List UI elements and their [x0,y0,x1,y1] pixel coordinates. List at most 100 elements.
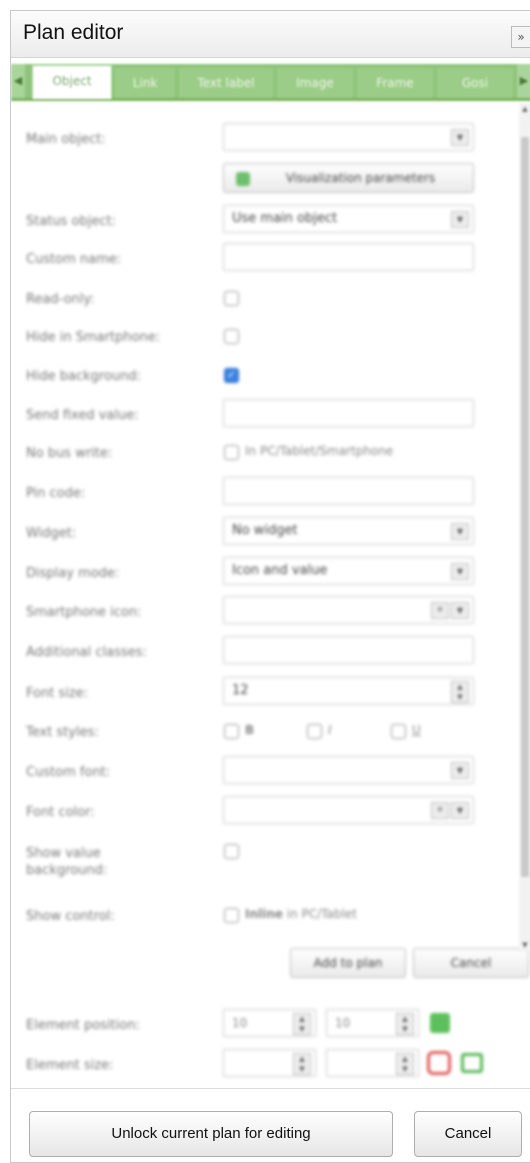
plan-editor-window: Plan editor » ◀ Object Link Text label I… [10,10,530,1163]
smartphone-icon-select[interactable]: × ▼ [223,596,474,624]
read-only-checkbox[interactable] [224,291,239,306]
chevron-down-icon[interactable]: ▼ [451,523,469,540]
position-icon[interactable] [430,1013,450,1033]
custom-name-input[interactable] [223,243,474,271]
show-value-background-line2: background: [26,863,108,878]
font-color-select[interactable]: × ▼ [223,796,474,824]
clear-icon[interactable]: × [431,602,449,619]
send-fixed-value-label: Send fixed value: [26,408,139,423]
tab-scroll-right-icon[interactable]: ▶ [517,64,530,98]
element-position-y-value: 10 [335,1016,351,1030]
chevron-down-icon[interactable]: ▼ [451,762,469,779]
font-color-label: Font color: [26,805,95,820]
tab-gosi[interactable]: Gosi [437,68,513,98]
show-control-suffix: in PC/Tablet [286,907,357,921]
no-bus-write-text: In PC/Tablet/Smartphone [245,444,394,458]
footer-divider [11,1088,530,1089]
chevron-down-icon[interactable]: ▼ [451,602,469,619]
resize-icon[interactable] [427,1051,451,1075]
tab-object[interactable]: Object [32,65,112,99]
font-size-label: Font size: [26,686,89,701]
hide-background-checkbox[interactable]: ✓ [224,368,239,383]
display-mode-value: Icon and value [232,563,328,578]
object-form: Main object: ▼ Visualization parameters … [11,103,529,1077]
custom-font-select[interactable]: ▼ [223,756,474,784]
spinner-arrows-icon[interactable]: ▲ ▼ [451,681,469,703]
tab-scroll-left-icon[interactable]: ◀ [11,64,25,98]
tab-link[interactable]: Link [115,68,175,98]
element-size-label: Element size: [26,1058,114,1073]
spinner-arrows-icon[interactable]: ▲ ▼ [293,1053,311,1075]
pin-code-label: Pin code: [26,486,86,501]
clear-icon[interactable]: × [431,802,449,819]
show-control-checkbox[interactable] [224,908,239,923]
form-cancel-button[interactable]: Cancel [413,948,529,978]
send-fixed-value-input[interactable] [223,399,474,427]
read-only-label: Read-only: [26,292,95,307]
spinner-arrows-icon[interactable]: ▲ ▼ [396,1053,414,1075]
show-value-background-label: Show value background: [26,845,107,879]
custom-font-label: Custom font: [26,765,111,780]
chevron-down-icon[interactable]: ▼ [451,211,469,228]
window-title: Plan editor [23,21,124,44]
show-value-background-line1: Show value [26,846,101,861]
display-mode-select[interactable]: Icon and value ▼ [223,557,474,585]
italic-checkbox[interactable] [307,724,322,739]
additional-classes-input[interactable] [223,636,474,664]
custom-name-label: Custom name: [26,252,122,267]
spinner-arrows-icon[interactable]: ▲ ▼ [396,1013,414,1035]
chevron-down-icon[interactable]: ▼ [451,802,469,819]
font-size-value: 12 [232,683,249,698]
font-size-input[interactable]: 12 ▲ ▼ [223,677,474,705]
form-scrollbar[interactable]: ▲ ▼ [519,103,530,951]
tab-bar: ◀ Object Link Text label Image Frame Gos… [11,64,530,101]
display-mode-label: Display mode: [26,566,120,581]
pin-code-input[interactable] [223,477,474,505]
chevron-down-icon[interactable]: ▼ [451,129,469,146]
cancel-button[interactable]: Cancel [414,1111,522,1157]
title-bar: Plan editor » [11,11,530,58]
bold-label: B [245,723,255,737]
chevron-down-icon[interactable]: ▼ [451,563,469,580]
no-bus-write-checkbox[interactable] [224,445,239,460]
status-object-label: Status object: [26,214,116,229]
text-styles-label: Text styles: [26,725,99,740]
add-to-plan-button[interactable]: Add to plan [290,948,406,978]
element-size-w-input[interactable]: ▲ ▼ [223,1049,316,1077]
show-control-label: Show control: [26,909,115,924]
lock-icon[interactable] [461,1053,483,1073]
show-value-background-checkbox[interactable] [224,844,239,859]
tab-text-label[interactable]: Text label [179,68,273,98]
visualization-parameters-button[interactable]: Visualization parameters [223,163,474,193]
main-object-label: Main object: [26,132,106,147]
widget-select[interactable]: No widget ▼ [223,517,474,545]
scroll-down-icon[interactable]: ▼ [519,939,530,951]
visualization-icon [236,172,250,186]
underline-label: U [412,723,421,737]
scrollbar-thumb[interactable] [521,137,529,877]
spinner-arrows-icon[interactable]: ▲ ▼ [293,1013,311,1035]
underline-checkbox[interactable] [391,724,406,739]
element-size-h-input[interactable]: ▲ ▼ [326,1049,419,1077]
main-object-select[interactable]: ▼ [223,123,474,151]
additional-classes-label: Additional classes: [26,645,147,660]
double-chevron-right-icon[interactable]: » [511,26,530,48]
show-control-inline: Inline [245,907,283,921]
element-position-x-input[interactable]: 10 ▲ ▼ [223,1009,316,1037]
status-object-select[interactable]: Use main object ▼ [223,205,474,233]
element-position-y-input[interactable]: 10 ▲ ▼ [326,1009,419,1037]
hide-smartphone-label: Hide in Smartphone: [26,330,161,345]
element-position-x-value: 10 [232,1016,248,1030]
smartphone-icon-label: Smartphone icon: [26,605,142,620]
scroll-up-icon[interactable]: ▲ [519,103,530,115]
tab-frame[interactable]: Frame [357,68,433,98]
italic-label: I [328,723,332,737]
element-position-label: Element position: [26,1018,140,1033]
widget-value: No widget [232,523,298,538]
hide-background-label: Hide background: [26,369,142,384]
unlock-plan-button[interactable]: Unlock current plan for editing [29,1111,393,1157]
tab-image[interactable]: Image [277,68,353,98]
status-object-value: Use main object [232,211,338,226]
bold-checkbox[interactable] [224,724,239,739]
hide-smartphone-checkbox[interactable] [224,329,239,344]
